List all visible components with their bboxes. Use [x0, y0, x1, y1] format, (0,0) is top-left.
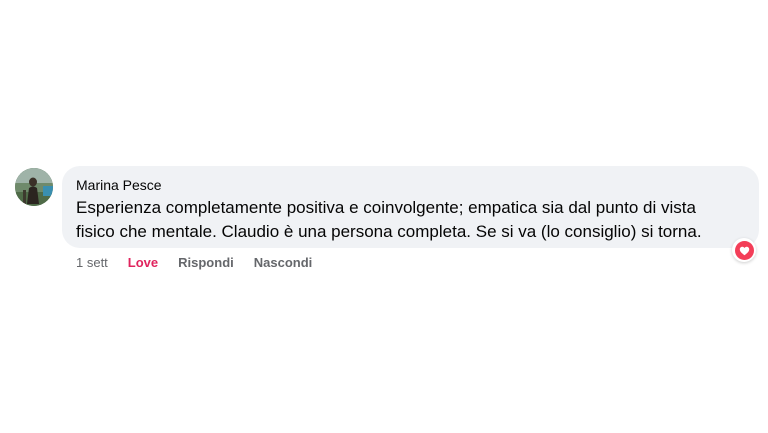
- comment: Marina Pesce Esperienza completamente po…: [14, 166, 764, 276]
- hide-button[interactable]: Nascondi: [254, 255, 313, 271]
- love-button[interactable]: Love: [128, 255, 158, 271]
- comment-actions: 1 sett Love Rispondi Nascondi: [76, 255, 332, 271]
- comment-author[interactable]: Marina Pesce: [76, 176, 745, 194]
- reaction-heart-bg: [734, 240, 754, 260]
- comment-timestamp[interactable]: 1 sett: [76, 255, 108, 271]
- comment-text-line-2: fisico che mentale. Claudio è una person…: [76, 222, 702, 241]
- reaction-badge[interactable]: [732, 238, 756, 262]
- avatar-photo-icon: [15, 168, 53, 206]
- comment-text: Esperienza completamente positiva e coin…: [76, 196, 745, 244]
- comment-bubble: Marina Pesce Esperienza completamente po…: [62, 166, 759, 248]
- comment-text-line-1: Esperienza completamente positiva e coin…: [76, 198, 696, 217]
- reply-button[interactable]: Rispondi: [178, 255, 234, 271]
- heart-icon: [734, 240, 754, 260]
- avatar[interactable]: [15, 168, 53, 206]
